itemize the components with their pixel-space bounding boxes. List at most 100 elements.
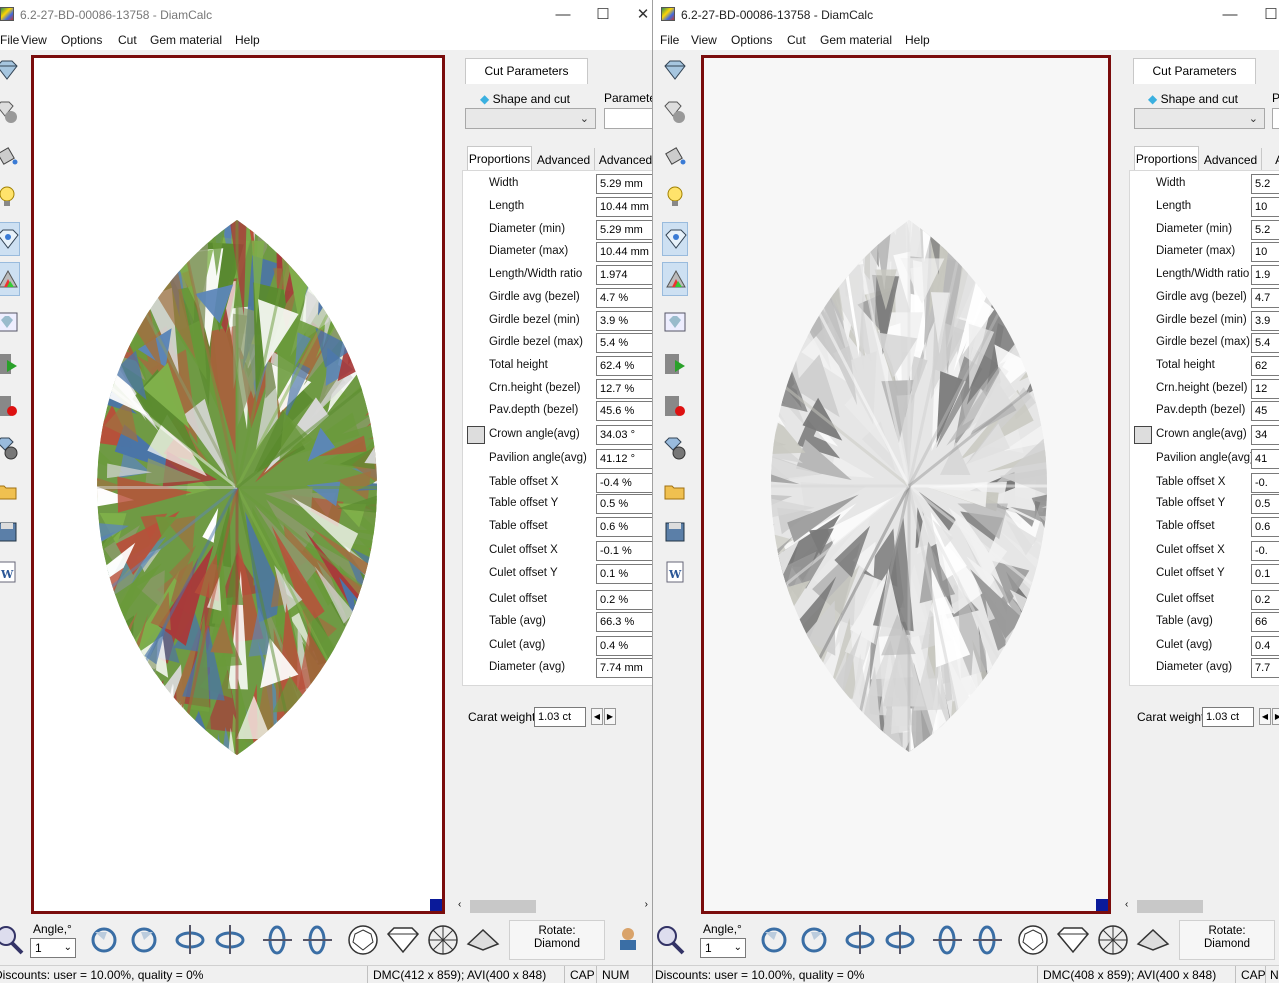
carat-weight-field[interactable]: 1.03 ct — [534, 707, 586, 727]
scroll-left-icon[interactable]: ‹ — [458, 899, 461, 910]
property-value-field[interactable]: 12 — [1251, 379, 1279, 399]
word-export-tool[interactable]: W — [662, 556, 688, 590]
rotate-diamond-box[interactable]: Rotate: Diamond — [1179, 920, 1275, 960]
property-value-field[interactable]: 45.6 % — [596, 401, 652, 421]
property-value-field[interactable]: 5.4 — [1251, 333, 1279, 353]
scroll-right-icon[interactable]: › — [645, 899, 648, 910]
property-value-field[interactable]: 5.29 mm — [596, 220, 652, 240]
lock-icon[interactable] — [1134, 426, 1152, 444]
tab-cut-parameters[interactable]: Cut Parameters — [465, 58, 588, 84]
property-value-field[interactable]: 0.6 % — [596, 517, 652, 537]
zoom-button[interactable] — [0, 922, 28, 956]
property-value-field[interactable]: 5.2 — [1251, 220, 1279, 240]
tilt-left-button[interactable] — [260, 922, 294, 956]
lock-icon[interactable] — [467, 426, 485, 444]
carat-decrease-button[interactable]: ◀ — [591, 708, 603, 725]
tab-cut-parameters[interactable]: Cut Parameters — [1133, 58, 1256, 84]
title-bar[interactable]: 6.2-27-BD-00086-13758 - DiamCalc — ☐ ✕ — [0, 0, 652, 30]
property-value-field[interactable]: 66.3 % — [596, 612, 652, 632]
menu-file[interactable]: File — [0, 33, 19, 47]
pavilion-view-button[interactable] — [1096, 922, 1130, 956]
property-value-field[interactable]: 0.6 — [1251, 517, 1279, 537]
menu-gem-material[interactable]: Gem material — [820, 33, 892, 47]
property-value-field[interactable]: 0.5 % — [596, 494, 652, 514]
spectrum-tool[interactable] — [0, 262, 20, 296]
property-value-field[interactable]: 41.12 ° — [596, 449, 652, 469]
menu-cut[interactable]: Cut — [118, 33, 137, 47]
property-value-field[interactable]: -0. — [1251, 541, 1279, 561]
gem-view-tool[interactable] — [662, 222, 688, 256]
flip-horizontal-button[interactable] — [883, 922, 917, 956]
property-value-field[interactable]: 1.974 — [596, 265, 652, 285]
menu-help[interactable]: Help — [235, 33, 260, 47]
scrollbar-thumb[interactable] — [470, 900, 536, 913]
property-value-field[interactable]: 4.7 % — [596, 288, 652, 308]
property-value-field[interactable]: 10 — [1251, 242, 1279, 262]
carat-decrease-button[interactable]: ◀ — [1259, 708, 1271, 725]
property-value-field[interactable]: 4.7 — [1251, 288, 1279, 308]
property-value-field[interactable]: 3.9 — [1251, 311, 1279, 331]
property-value-field[interactable]: -0.4 % — [596, 473, 652, 493]
property-value-field[interactable]: 3.9 % — [596, 311, 652, 331]
save-tool[interactable] — [0, 516, 20, 550]
property-value-field[interactable]: 41 — [1251, 449, 1279, 469]
play-tool[interactable] — [662, 348, 688, 382]
property-value-field[interactable]: 62.4 % — [596, 356, 652, 376]
property-value-field[interactable]: 7.74 mm — [596, 658, 652, 678]
sphere-tool[interactable] — [662, 96, 688, 130]
scroll-left-icon[interactable]: ‹ — [1125, 899, 1128, 910]
property-value-field[interactable]: 66 — [1251, 612, 1279, 632]
maximize-button[interactable]: ☐ — [592, 4, 614, 26]
open-tool[interactable] — [0, 474, 20, 508]
title-bar[interactable]: 6.2-27-BD-00086-13758 - DiamCalc — ☐ — [653, 0, 1279, 30]
flip-horizontal-button[interactable] — [213, 922, 247, 956]
horizontal-scrollbar[interactable]: ‹ › — [454, 898, 652, 915]
profile-view-button[interactable] — [466, 922, 500, 956]
reel-tool[interactable] — [0, 432, 20, 466]
gem-viewport[interactable] — [31, 55, 445, 914]
carat-increase-button[interactable]: ▶ — [604, 708, 616, 725]
paint-tool[interactable] — [662, 138, 688, 172]
property-value-field[interactable]: 5.2 — [1251, 174, 1279, 194]
property-value-field[interactable]: 10.44 mm — [596, 242, 652, 262]
tilt-right-button[interactable] — [300, 922, 334, 956]
angle-select[interactable]: 1 ⌄ — [700, 938, 746, 958]
menu-options[interactable]: Options — [61, 33, 102, 47]
menu-options[interactable]: Options — [731, 33, 772, 47]
sphere-tool[interactable] — [0, 96, 20, 130]
property-value-field[interactable]: 45 — [1251, 401, 1279, 421]
top-view-button[interactable] — [346, 922, 380, 956]
tab-advanced-2[interactable]: Ad — [1263, 148, 1279, 170]
flip-vertical-button[interactable] — [843, 922, 877, 956]
maximize-button[interactable]: ☐ — [1260, 4, 1279, 26]
word-export-tool[interactable]: W — [0, 556, 20, 590]
diamond-tool[interactable] — [0, 54, 20, 88]
scrollbar-thumb[interactable] — [1137, 900, 1203, 913]
menu-gem-material[interactable]: Gem material — [150, 33, 222, 47]
zoom-button[interactable] — [655, 922, 689, 956]
gem-viewport[interactable] — [701, 55, 1111, 914]
property-value-field[interactable]: 62 — [1251, 356, 1279, 376]
gem-view-tool[interactable] — [0, 222, 20, 256]
property-value-field[interactable]: 0.4 % — [596, 636, 652, 656]
property-value-field[interactable]: 0.2 — [1251, 590, 1279, 610]
property-value-field[interactable]: 5.4 % — [596, 333, 652, 353]
open-tool[interactable] — [662, 474, 688, 508]
image-tool[interactable] — [0, 306, 20, 340]
menu-cut[interactable]: Cut — [787, 33, 806, 47]
play-tool[interactable] — [0, 348, 20, 382]
property-value-field[interactable]: 0.1 % — [596, 564, 652, 584]
property-value-field[interactable]: 0.1 — [1251, 564, 1279, 584]
tilt-right-button[interactable] — [970, 922, 1004, 956]
carat-weight-field[interactable]: 1.03 ct — [1202, 707, 1254, 727]
pavilion-view-button[interactable] — [426, 922, 460, 956]
top-view-button[interactable] — [1016, 922, 1050, 956]
tab-advanced-2[interactable]: Advanced — [596, 148, 652, 170]
paint-tool[interactable] — [0, 138, 20, 172]
property-value-field[interactable]: 10.44 mm — [596, 197, 652, 217]
spectrum-tool[interactable] — [662, 262, 688, 296]
minimize-button[interactable]: — — [552, 4, 574, 26]
record-tool[interactable] — [0, 390, 20, 424]
parameters-select[interactable] — [604, 108, 652, 129]
tab-advanced-1[interactable]: Advanced — [533, 148, 595, 170]
